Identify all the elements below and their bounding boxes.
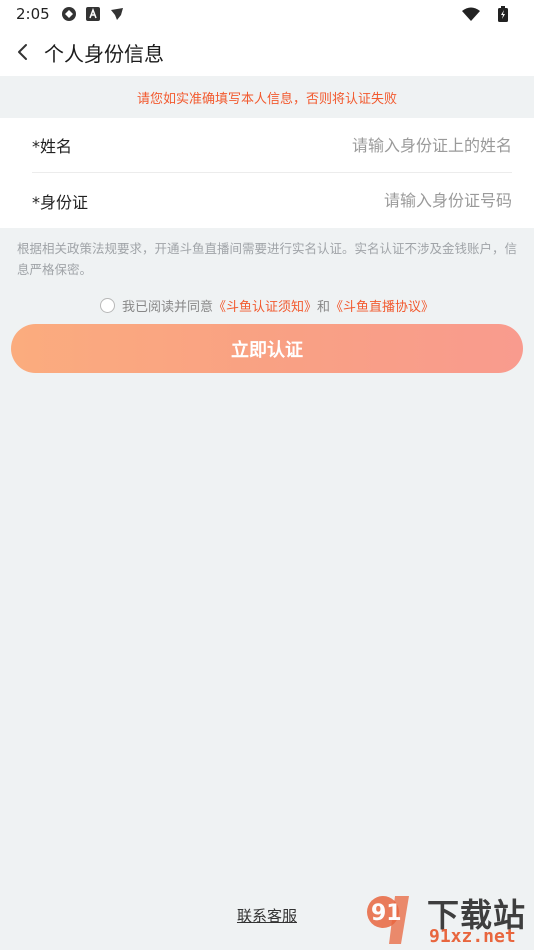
broadcast-agreement-link[interactable]: 《斗鱼直播协议》	[330, 296, 434, 315]
app-a-icon	[84, 5, 102, 23]
agree-radio[interactable]	[99, 297, 115, 313]
name-input[interactable]	[252, 135, 512, 155]
notification-app-icon	[108, 5, 126, 23]
chevron-left-icon	[18, 44, 27, 60]
app-header: 个人身份信息	[0, 28, 534, 76]
policy-notice: 根据相关政策法规要求，开通斗鱼直播间需要进行实名认证。实名认证不涉及金钱账户，信…	[17, 241, 518, 277]
watermark-logo-digits: 91	[371, 901, 402, 926]
warning-text: 请您如实准确填写本人信息，否则将认证失败	[0, 76, 534, 118]
id-row: *身份证	[32, 173, 512, 228]
agree-middle: 和	[317, 299, 331, 315]
status-bar: 2:05	[0, 0, 534, 28]
back-button[interactable]	[0, 28, 44, 76]
sync-icon	[60, 5, 78, 23]
name-label: *姓名	[32, 137, 73, 156]
watermark-logo-icon: 91	[367, 896, 409, 944]
id-label: *身份证	[32, 192, 89, 212]
page-title: 个人身份信息	[44, 41, 164, 66]
id-number-input[interactable]	[252, 191, 512, 210]
watermark-url: 91xz.net	[429, 926, 516, 947]
battery-icon	[494, 5, 512, 23]
wifi-icon	[462, 5, 480, 23]
identity-form: *姓名 *身份证	[0, 118, 534, 228]
status-time: 2:05	[16, 5, 50, 23]
agreement-row: 我已阅读并同意 《斗鱼认证须知》 和 《斗鱼直播协议》	[0, 294, 534, 316]
verify-now-button[interactable]: 立即认证	[11, 324, 523, 373]
watermark: 91 下载站 91xz.net	[359, 888, 534, 950]
agree-prefix: 我已阅读并同意	[121, 299, 213, 315]
name-row: *姓名	[32, 118, 512, 173]
certification-notice-link[interactable]: 《斗鱼认证须知》	[213, 296, 317, 315]
